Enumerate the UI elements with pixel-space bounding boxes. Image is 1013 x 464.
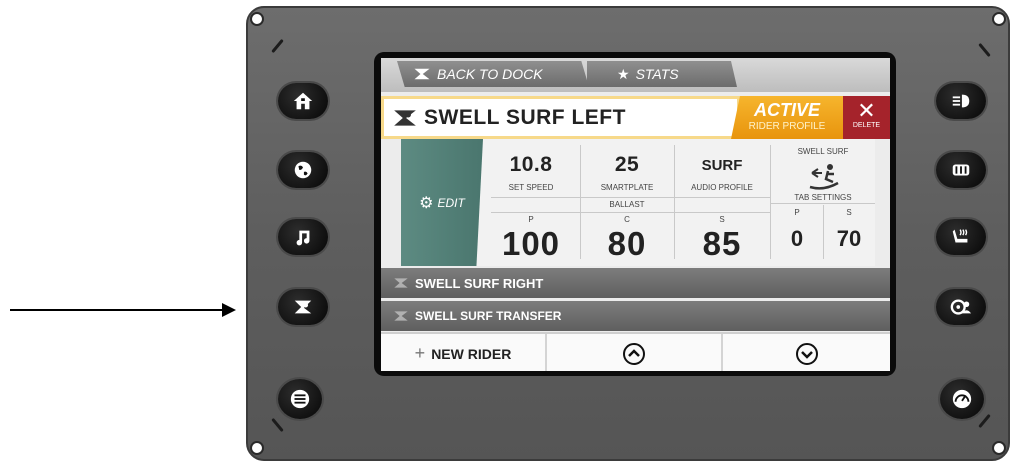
set-speed-label: SET SPEED (508, 183, 554, 192)
active-status-title: ACTIVE (753, 100, 820, 120)
music-icon (296, 230, 310, 246)
new-rider-label: NEW RIDER (431, 345, 512, 362)
headlight-icon (952, 94, 970, 108)
tab-starboard-value: 70 (836, 226, 862, 251)
divider (491, 197, 771, 198)
back-to-dock-tab[interactable]: BACK TO DOCK (397, 61, 589, 87)
ballast-center-label: C (624, 215, 630, 224)
gear-icon: ⚙ (419, 194, 434, 212)
light-bank-button[interactable] (936, 152, 986, 188)
rider-icon (294, 300, 312, 314)
bezel-mark (978, 413, 991, 429)
delete-button[interactable]: ✕ DELETE (843, 96, 890, 139)
rider-icon (394, 311, 408, 321)
surf-wave-icon (809, 164, 839, 190)
chevron-down-icon (795, 342, 818, 365)
home-button[interactable] (278, 83, 328, 119)
ballast-starboard-value: 85 (702, 225, 742, 262)
scroll-up-button[interactable] (547, 334, 723, 371)
plus-icon: + (414, 343, 426, 363)
audio-profile-label: AUDIO PROFILE (691, 183, 753, 192)
divider (771, 203, 875, 204)
delete-label: DELETE (852, 122, 881, 129)
heated-seat-icon (952, 229, 968, 243)
driver-profile-button[interactable] (936, 289, 986, 325)
bottom-action-bar: + NEW RIDER (381, 332, 890, 371)
edit-button[interactable]: ⚙ EDIT (401, 139, 483, 266)
profile-name-box: SWELL SURF LEFT (384, 99, 737, 136)
pointer-arrow-line (10, 309, 230, 311)
bezel-mark (978, 42, 991, 58)
rider-name: SWELL SURF RIGHT (415, 275, 544, 291)
rider-icon (414, 68, 430, 80)
profile-name: SWELL SURF LEFT (424, 105, 626, 129)
ballast-starboard-label: S (719, 215, 725, 224)
tab-settings-label: TAB SETTINGS (794, 193, 852, 202)
home-icon (293, 92, 313, 110)
divider (491, 212, 771, 213)
driver-profile-icon (950, 299, 972, 315)
mount-hole (250, 441, 264, 455)
display-screen: BACK TO DOCK ★ STATS SWELL SURF LEFT ACT… (381, 58, 890, 371)
rider-list-item[interactable]: SWELL SURF RIGHT (381, 268, 890, 298)
new-rider-button[interactable]: + NEW RIDER (381, 334, 547, 371)
tab-port-value: 0 (790, 226, 804, 251)
active-profile-bar[interactable]: SWELL SURF LEFT ACTIVE RIDER PROFILE ✕ D… (381, 96, 890, 139)
navigation-button[interactable] (278, 152, 328, 188)
globe-icon (294, 161, 312, 179)
stats-label: STATS (635, 66, 679, 82)
mount-hole (250, 12, 264, 26)
speedometer-icon (952, 389, 972, 409)
audio-profile-value: SURF (701, 157, 743, 174)
active-status-subtitle: RIDER PROFILE (748, 121, 826, 132)
ballast-center-value: 80 (607, 225, 647, 262)
scroll-down-button[interactable] (723, 334, 890, 371)
bezel-mark (271, 417, 284, 433)
mount-hole (992, 12, 1006, 26)
edit-label: EDIT (437, 195, 465, 210)
gauges-button[interactable] (940, 379, 984, 419)
audio-button[interactable] (278, 219, 328, 255)
rider-icon (394, 109, 416, 126)
tab-port-label: P (794, 208, 800, 217)
menu-icon (290, 389, 310, 409)
star-icon: ★ (617, 65, 630, 82)
rider-profile-button[interactable] (278, 289, 328, 325)
close-icon: ✕ (857, 98, 876, 123)
stats-tab[interactable]: ★ STATS (587, 61, 737, 87)
rider-icon (394, 278, 408, 288)
menu-button[interactable] (278, 379, 322, 419)
ballast-port-label: P (528, 215, 534, 224)
smartplate-value: 25 (614, 153, 640, 176)
pointer-arrow-head (222, 303, 236, 317)
profile-details-panel: ⚙ EDIT 10.8 SET SPEED 25 SMARTPLATE SURF… (401, 139, 875, 266)
chevron-up-icon (623, 342, 645, 365)
tab-bar: BACK TO DOCK ★ STATS (381, 58, 890, 92)
light-bank-icon (952, 164, 970, 176)
ballast-port-value: 100 (501, 225, 561, 262)
smartplate-label: SMARTPLATE (600, 183, 654, 192)
ballast-label: BALLAST (609, 200, 645, 209)
lights-button[interactable] (936, 83, 986, 119)
wave-side-label: SWELL SURF (797, 147, 849, 156)
heated-seat-button[interactable] (936, 219, 986, 255)
mount-hole (992, 441, 1006, 455)
rider-name: SWELL SURF TRANSFER (415, 309, 562, 323)
active-status-badge: ACTIVE RIDER PROFILE (731, 96, 843, 139)
set-speed-value: 10.8 (509, 153, 553, 176)
bezel-mark (271, 38, 284, 54)
back-to-dock-label: BACK TO DOCK (437, 66, 543, 82)
tab-starboard-label: S (846, 208, 852, 217)
rider-list-item[interactable]: SWELL SURF TRANSFER (381, 301, 890, 331)
